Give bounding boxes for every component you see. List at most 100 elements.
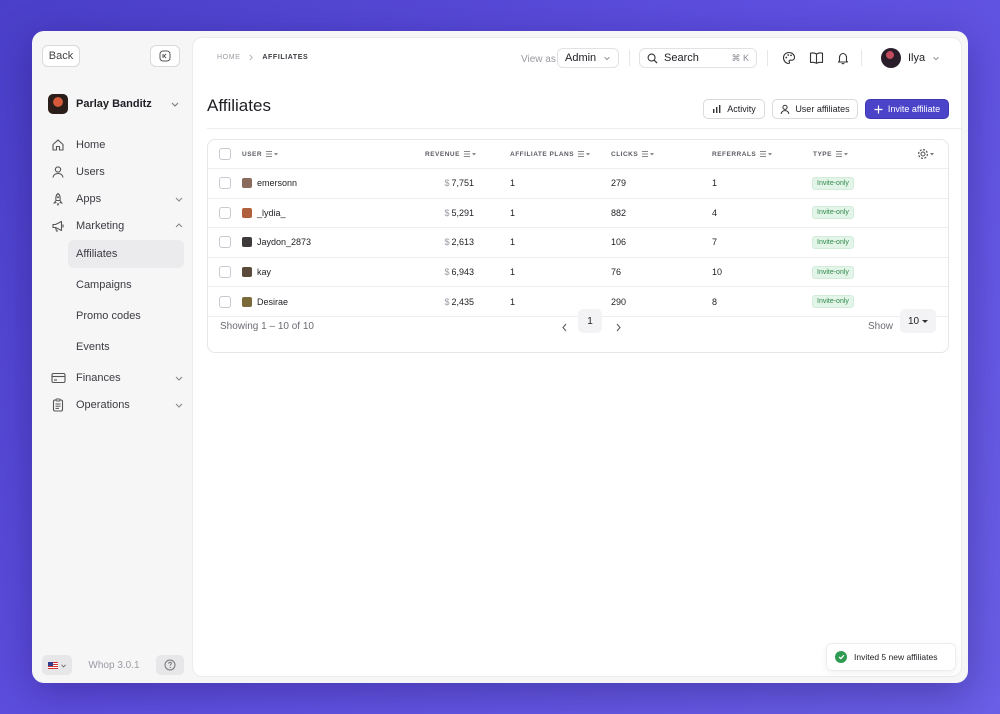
theme-button[interactable] <box>781 50 797 66</box>
back-button[interactable]: Back <box>42 45 80 67</box>
row-checkbox[interactable] <box>219 258 231 287</box>
brand-name: Parlay Banditz <box>76 98 152 110</box>
plans-cell: 1 <box>510 207 516 218</box>
row-checkbox[interactable] <box>219 169 231 198</box>
referrals-cell: 4 <box>712 207 718 218</box>
user-affiliates-button[interactable]: User affiliates <box>772 99 858 119</box>
currency-symbol: $ <box>444 267 450 278</box>
table-row[interactable]: Jaydon_2873 $2,613 1 106 7 Invite-only <box>208 228 948 258</box>
view-as-select[interactable]: Admin <box>557 48 619 68</box>
sidebar-item-apps[interactable]: Apps <box>44 185 184 212</box>
avatar <box>242 207 252 218</box>
column-header-label: REVENUE <box>425 150 460 158</box>
username[interactable]: kay <box>257 267 271 277</box>
clipboard-icon <box>50 397 66 413</box>
sort-icon <box>760 151 773 157</box>
view-as-label: View as <box>521 54 556 65</box>
revenue-value: 2,613 <box>451 237 474 248</box>
table-row[interactable]: _lydia_ $5,291 1 882 4 Invite-only <box>208 199 948 229</box>
invite-affiliate-button[interactable]: Invite affiliate <box>865 99 949 119</box>
user-cell: kay <box>242 258 271 287</box>
row-checkbox[interactable] <box>219 199 231 228</box>
column-header-label: AFFILIATE PLANS <box>510 150 575 158</box>
sidebar-item-label: Users <box>76 165 105 178</box>
search-input[interactable]: Search ⌘ K <box>639 48 757 68</box>
app-version: Whop 3.0.1 <box>88 659 140 671</box>
sidebar-item-finances[interactable]: Finances <box>44 364 184 391</box>
referrals-cell: 7 <box>712 237 718 248</box>
search-placeholder: Search <box>664 52 699 64</box>
page-number[interactable]: 1 <box>578 309 602 333</box>
user-cell: Jaydon_2873 <box>242 228 311 257</box>
language-selector[interactable] <box>42 655 72 675</box>
chevron-down-icon <box>604 56 610 61</box>
user-cell: _lydia_ <box>242 199 286 228</box>
table-row[interactable]: kay $6,943 1 76 10 Invite-only <box>208 258 948 288</box>
main-panel: HOME AFFILIATES View as Admin Search ⌘ K <box>192 37 962 677</box>
username[interactable]: emersonn <box>257 178 297 188</box>
search-shortcut: ⌘ K <box>731 52 749 63</box>
plans-cell: 1 <box>510 237 516 248</box>
user-cell: emersonn <box>242 169 297 198</box>
toast-message: Invited 5 new affiliates <box>854 652 938 662</box>
revenue-value: 5,291 <box>451 207 474 218</box>
sidebar-item-campaigns[interactable]: Campaigns <box>68 271 184 299</box>
revenue-cell: $7,751 <box>408 169 474 198</box>
help-button[interactable] <box>156 655 184 675</box>
notifications-button[interactable] <box>835 50 851 66</box>
currency-symbol: $ <box>444 178 450 189</box>
collapse-sidebar-button[interactable] <box>150 45 180 67</box>
username[interactable]: _lydia_ <box>257 208 286 218</box>
sidebar-item-label: Home <box>76 138 106 151</box>
next-page-button[interactable] <box>612 321 624 333</box>
main-nav: Home Users Apps Marketing Affiliates Cam… <box>44 131 184 418</box>
column-header-clicks[interactable]: CLICKS <box>611 140 655 168</box>
brand-switcher[interactable]: Parlay Banditz <box>48 93 180 115</box>
revenue-value: 6,943 <box>451 267 474 278</box>
user-name: Ilya <box>908 52 926 64</box>
breadcrumb-current: AFFILIATES <box>262 54 309 61</box>
sidebar-item-promo-codes[interactable]: Promo codes <box>68 302 184 330</box>
revenue-value: 7,751 <box>451 178 474 189</box>
column-header-user[interactable]: USER <box>242 140 279 168</box>
chevron-right-icon <box>249 54 254 61</box>
sidebar-item-affiliates[interactable]: Affiliates <box>68 240 184 268</box>
view-as-value: Admin <box>565 52 597 64</box>
breadcrumb-home[interactable]: HOME <box>217 54 240 61</box>
sidebar-footer: Whop 3.0.1 <box>42 655 184 675</box>
sidebar-item-home[interactable]: Home <box>44 131 184 158</box>
plans-cell: 1 <box>510 178 516 189</box>
avatar <box>242 237 252 248</box>
column-header-referrals[interactable]: REFERRALS <box>712 140 773 168</box>
docs-button[interactable] <box>808 50 824 66</box>
previous-page-button[interactable] <box>558 321 570 333</box>
breadcrumb: HOME AFFILIATES <box>217 54 308 61</box>
select-all-checkbox[interactable] <box>219 140 231 168</box>
table-row[interactable]: emersonn $7,751 1 279 1 Invite-only <box>208 169 948 199</box>
chevron-down-icon <box>171 102 179 107</box>
sidebar-item-operations[interactable]: Operations <box>44 391 184 418</box>
sidebar-item-users[interactable]: Users <box>44 158 184 185</box>
sidebar-item-marketing[interactable]: Marketing <box>44 212 184 239</box>
table-footer: Showing 1 – 10 of 10 1 Show 10 <box>208 304 948 352</box>
page-size-select[interactable]: 10 <box>900 309 936 333</box>
username[interactable]: Jaydon_2873 <box>257 237 311 247</box>
row-checkbox[interactable] <box>219 228 231 257</box>
divider <box>629 50 630 66</box>
page-size-label: Show <box>868 321 894 332</box>
sidebar-item-events[interactable]: Events <box>68 333 184 361</box>
column-header-affiliate-plans[interactable]: AFFILIATE PLANS <box>510 140 591 168</box>
column-header-revenue[interactable]: REVENUE <box>425 140 476 168</box>
avatar <box>242 178 252 189</box>
status-badge: Invite-only <box>812 176 854 190</box>
clicks-cell: 279 <box>611 178 627 189</box>
pagination-summary: Showing 1 – 10 of 10 <box>220 321 314 332</box>
activity-button[interactable]: Activity <box>703 99 765 119</box>
toast-notification: Invited 5 new affiliates <box>826 643 956 671</box>
column-header-type[interactable]: TYPE <box>813 140 848 168</box>
user-menu[interactable]: Ilya <box>881 48 940 68</box>
clicks-cell: 106 <box>611 237 627 248</box>
table-settings-button[interactable] <box>917 140 935 168</box>
chevron-down-icon <box>60 663 66 668</box>
chevron-down-icon <box>175 403 183 408</box>
